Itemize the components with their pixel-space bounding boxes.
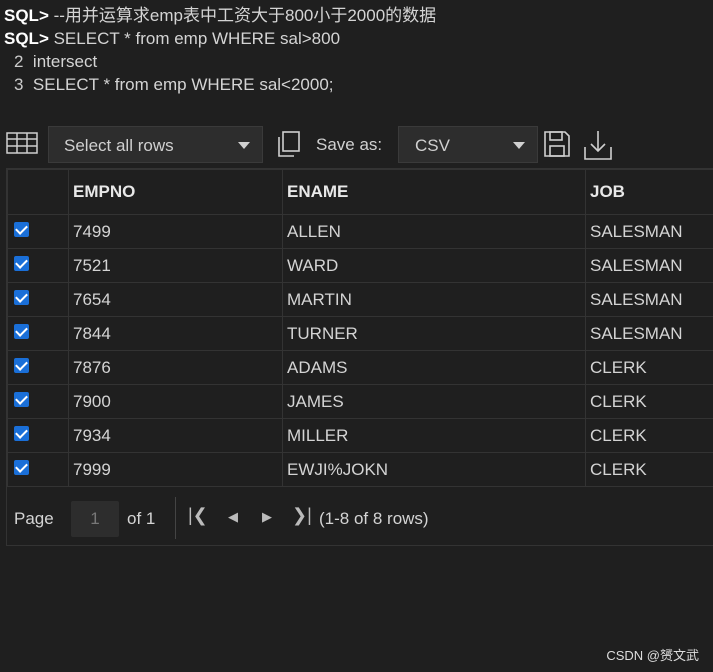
ename-cell: MILLER: [282, 418, 586, 453]
save-icon[interactable]: [542, 129, 572, 164]
column-header-ename[interactable]: ENAME: [282, 169, 586, 215]
sql-prompt: SQL>: [4, 29, 49, 48]
table-row[interactable]: 7499 ALLEN SALESMAN: [7, 214, 713, 249]
pagination-bar: Page 1 of 1 |❮ ◀ ▶ ❯| (1-8 of 8 rows): [6, 486, 713, 547]
watermark: CSDN @赟文武: [606, 648, 699, 663]
sql-prompt: SQL>: [4, 6, 49, 25]
line-number: 3: [14, 75, 24, 94]
empno-cell: 7521: [68, 248, 283, 283]
row-checkbox[interactable]: [14, 425, 29, 441]
results-table: EMPNO ENAME JOB 7499 ALLEN SALESMAN 7521 WA…: [7, 169, 713, 487]
row-checkbox[interactable]: [14, 357, 29, 373]
empno-cell: 7999: [68, 452, 283, 487]
sql-comment: --用并运算求emp表中工资大于800小于2000的数据: [48, 6, 437, 25]
format-value: CSV: [415, 136, 450, 155]
empno-cell: 7499: [68, 214, 283, 249]
empno-cell: 7900: [68, 384, 283, 419]
table-row[interactable]: 7654 MARTIN SALESMAN: [7, 282, 713, 317]
ename-cell: MARTIN: [282, 282, 586, 317]
next-page-icon[interactable]: ▶: [262, 509, 272, 525]
table-row[interactable]: 7521 WARD SALESMAN: [7, 248, 713, 283]
last-page-icon[interactable]: ❯|: [292, 505, 312, 526]
job-cell: CLERK: [585, 350, 713, 385]
sql-line-3: 2 intersect: [4, 50, 436, 73]
job-cell: CLERK: [585, 452, 713, 487]
empno-cell: 7654: [68, 282, 283, 317]
empno-cell: 7844: [68, 316, 283, 351]
table-row[interactable]: 7876 ADAMS CLERK: [7, 350, 713, 385]
row-checkbox[interactable]: [14, 255, 29, 271]
table-row[interactable]: 7999 EWJI%JOKN CLERK: [7, 452, 713, 487]
table-row[interactable]: 7934 MILLER CLERK: [7, 418, 713, 453]
page-number-input[interactable]: 1: [71, 501, 119, 537]
row-checkbox[interactable]: [14, 221, 29, 237]
sql-statement: SELECT * from emp WHERE sal>800: [48, 29, 341, 48]
save-as-label: Save as:: [316, 135, 383, 154]
table-row[interactable]: 7900 JAMES CLERK: [7, 384, 713, 419]
line-number: 2: [14, 52, 24, 71]
job-cell: CLERK: [585, 418, 713, 453]
grid-icon[interactable]: [6, 132, 38, 159]
format-dropdown[interactable]: CSV: [398, 126, 538, 163]
job-cell: CLERK: [585, 384, 713, 419]
first-page-icon[interactable]: |❮: [188, 505, 208, 526]
sql-statement: SELECT * from emp WHERE sal<2000;: [23, 75, 334, 94]
job-cell: SALESMAN: [585, 214, 713, 249]
job-cell: SALESMAN: [585, 282, 713, 317]
ename-cell: ADAMS: [282, 350, 586, 385]
column-header-job[interactable]: JOB: [585, 169, 713, 215]
row-checkbox[interactable]: [14, 323, 29, 339]
sql-console: SQL> --用并运算求emp表中工资大于800小于2000的数据 SQL> S…: [4, 4, 436, 96]
sql-statement: intersect: [23, 52, 98, 71]
ename-cell: JAMES: [282, 384, 586, 419]
results-toolbar: Select all rows Save as: CSV: [6, 124, 706, 164]
row-checkbox[interactable]: [14, 459, 29, 475]
empno-cell: 7934: [68, 418, 283, 453]
row-selection-value: Select all rows: [64, 136, 174, 155]
row-checkbox[interactable]: [14, 289, 29, 305]
sql-line-2: SQL> SELECT * from emp WHERE sal>800: [4, 27, 436, 50]
job-cell: SALESMAN: [585, 316, 713, 351]
row-count-label: (1-8 of 8 rows): [319, 509, 429, 528]
row-selection-dropdown[interactable]: Select all rows: [48, 126, 263, 163]
job-cell: SALESMAN: [585, 248, 713, 283]
copy-icon[interactable]: [274, 129, 304, 164]
page-total-label: of 1: [127, 509, 156, 528]
page-label: Page: [14, 509, 54, 528]
ename-cell: TURNER: [282, 316, 586, 351]
select-column-header: [7, 169, 69, 215]
pager-divider: [175, 497, 176, 539]
download-icon[interactable]: [582, 129, 614, 166]
previous-page-icon[interactable]: ◀: [228, 509, 238, 525]
table-row[interactable]: 7844 TURNER SALESMAN: [7, 316, 713, 351]
column-header-empno[interactable]: EMPNO: [68, 169, 283, 215]
ename-cell: WARD: [282, 248, 586, 283]
ename-cell: ALLEN: [282, 214, 586, 249]
sql-line-4: 3 SELECT * from emp WHERE sal<2000;: [4, 73, 436, 96]
chevron-down-icon: [513, 142, 525, 149]
header-row: EMPNO ENAME JOB: [7, 169, 713, 215]
row-checkbox[interactable]: [14, 391, 29, 407]
ename-cell: EWJI%JOKN: [282, 452, 586, 487]
sql-line-1: SQL> --用并运算求emp表中工资大于800小于2000的数据: [4, 4, 436, 27]
chevron-down-icon: [238, 142, 250, 149]
empno-cell: 7876: [68, 350, 283, 385]
